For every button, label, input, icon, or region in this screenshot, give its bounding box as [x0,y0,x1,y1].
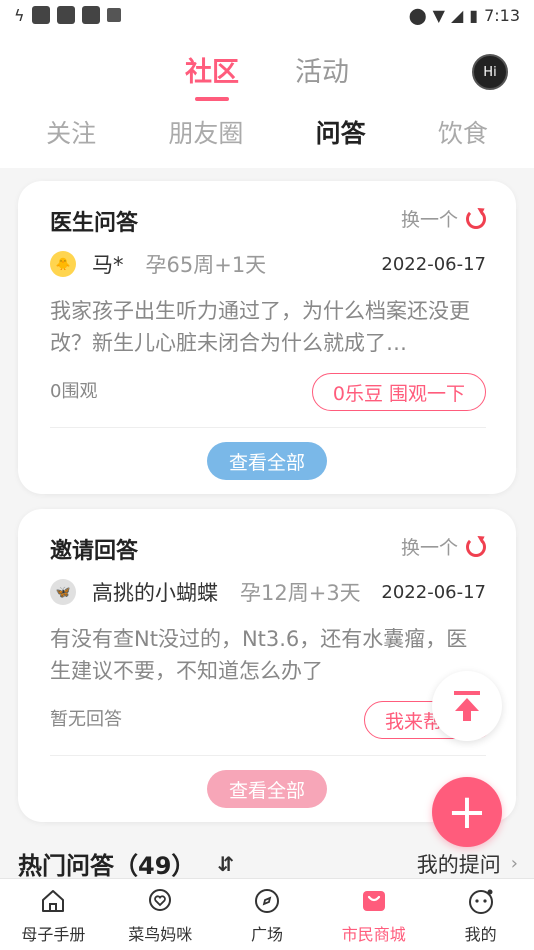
hot-qa-title: 热门问答（49） [18,852,196,880]
swap-label: 换一个 [400,537,458,559]
nav-item-newbie-mom[interactable]: 菜鸟妈咪 [107,879,214,950]
view-all-button[interactable]: 查看全部 [207,442,327,480]
nav-item-mall[interactable]: 市民商城 [320,879,427,950]
nav-label: 市民商城 [341,925,406,944]
sort-icon[interactable]: ⇵ [217,852,234,876]
hot-qa-header: 热门问答（49） ⇵ 我的提问 › [18,846,518,881]
pregnancy-weeks: 孕65周+1天 [145,253,267,277]
battery-icon: ▮ [469,5,479,25]
subtab-friends[interactable]: 朋友圈 [168,114,243,150]
user-row: 🐥 马* 孕65周+1天 2022-06-17 [50,249,486,279]
subtab-qa[interactable]: 问答 [316,114,366,150]
divider [50,427,486,428]
card-title: 医生问答 [50,211,139,236]
question-text[interactable]: 有没有查Nt没过的，Nt3.6，还有水囊瘤，医生建议不要，不知道怎么办了 [50,623,486,687]
divider [50,755,486,756]
question-text[interactable]: 我家孩子出生听力通过了，为什么档案还没更改？新生儿心脏未闭合为什么就成了… [50,295,486,359]
invite-answer-card: 邀请回答 换一个 🦋 高挑的小蝴蝶 孕12周+3天 2022-06-17 有没有… [18,509,516,822]
avatar[interactable]: 🦋 [50,579,76,605]
nav-label: 广场 [250,925,283,944]
nav-label: 菜鸟妈咪 [128,925,193,944]
signal-icon: ◢ [450,5,464,25]
nav-item-handbook[interactable]: 母子手册 [0,879,107,950]
chevron-right-icon: › [510,853,518,874]
swap-button[interactable]: 换一个 [401,533,486,560]
chat-heart-icon [149,889,172,911]
pregnancy-weeks: 孕12周+3天 [240,581,361,605]
flash-icon: ϟ [14,5,25,25]
user-name[interactable]: 马* [92,249,124,279]
status-time: 7:13 [484,5,520,25]
swap-button[interactable]: 换一个 [401,205,486,232]
user-name[interactable]: 高挑的小蝴蝶 [92,577,218,607]
notification-icon [56,6,75,24]
face-icon [468,889,493,914]
home-icon [42,890,65,912]
watch-count: 0围观 [50,381,98,402]
view-all-button[interactable]: 查看全部 [207,770,327,808]
subtab-diet[interactable]: 饮食 [438,114,488,150]
header: 社区 活动 Hi 关注 朋友圈 问答 饮食 [0,30,534,168]
nav-item-square[interactable]: 广场 [214,879,321,950]
wifi-icon: ▼ [432,5,445,25]
hi-button[interactable]: Hi [472,54,508,90]
status-icons-right: ⬤ ▼ ◢ ▮ 7:13 [409,6,520,25]
status-icons-left: ϟ [14,6,121,25]
refresh-icon [466,208,486,229]
subtab-follow[interactable]: 关注 [46,114,96,150]
nav-label: 我的 [464,925,497,944]
status-bar: ϟ ⬤ ▼ ◢ ▮ 7:13 [0,0,534,30]
refresh-icon [466,536,486,557]
add-post-button[interactable]: + [432,777,502,847]
doctor-qa-card: 医生问答 换一个 🐥 马* 孕65周+1天 2022-06-17 我家孩子出生听… [18,181,516,494]
watch-button[interactable]: 0乐豆 围观一下 [311,373,486,411]
post-date: 2022-06-17 [381,253,486,275]
nav-item-me[interactable]: 我的 [427,879,534,950]
compass-icon [254,889,279,913]
card-title: 邀请回答 [50,539,139,564]
sub-tabs: 关注 朋友圈 问答 饮食 [0,114,534,150]
answer-status: 暂无回答 [50,709,122,730]
avatar[interactable]: 🐥 [50,251,76,277]
shopping-bag-icon [362,891,385,911]
notification-icon [81,6,100,24]
nav-label: 母子手册 [21,925,86,944]
notification-icon [31,6,50,24]
my-questions-link[interactable]: 我的提问 [417,849,501,879]
plus-icon: + [446,784,488,840]
tab-activity[interactable]: 活动 [295,50,349,89]
swap-label: 换一个 [400,209,458,231]
bottom-nav: 母子手册 菜鸟妈咪 广场 市民商城 我的 [0,878,534,950]
location-icon: ⬤ [408,5,427,25]
top-tabs: 社区 活动 [0,50,534,101]
notification-icon [106,8,121,22]
tab-community[interactable]: 社区 [185,50,239,101]
post-date: 2022-06-17 [381,581,486,603]
arrow-up-to-top-icon [454,691,480,721]
user-row: 🦋 高挑的小蝴蝶 孕12周+3天 2022-06-17 [50,577,486,607]
scroll-top-button[interactable] [432,671,502,741]
